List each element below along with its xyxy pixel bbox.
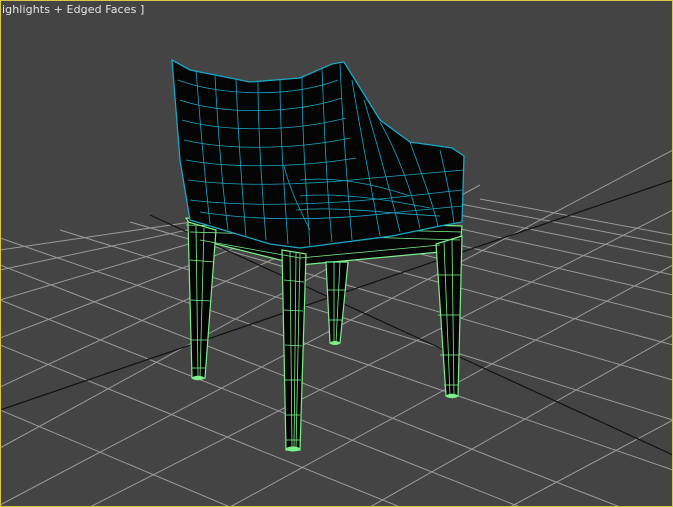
viewport-canvas[interactable] [0,0,673,507]
chair-shell-object[interactable] [171,58,465,249]
perspective-viewport[interactable]: ighlights + Edged Faces ] [0,0,673,507]
viewport-shading-label[interactable]: ighlights + Edged Faces ] [2,3,144,16]
chair-base-object[interactable] [184,217,463,452]
